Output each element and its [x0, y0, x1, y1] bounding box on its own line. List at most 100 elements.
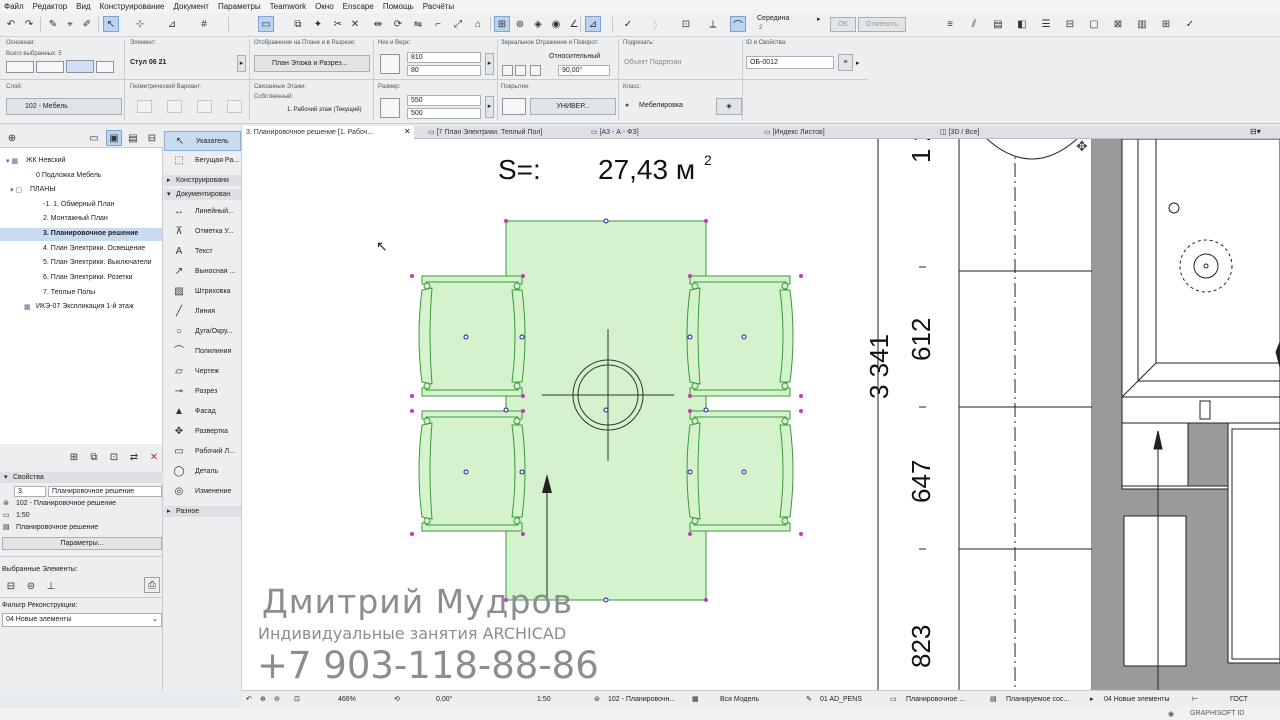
menu-item-3[interactable]: Конструирование [100, 2, 165, 11]
nav-item-plans-folder[interactable]: ПЛАНЫ [30, 186, 56, 193]
view-number-field[interactable]: 3. [14, 486, 46, 497]
tab-floor-plan[interactable]: 3. Планировочное решение [1. Рабоч... [242, 126, 414, 139]
print-icon[interactable]: ⎙ [144, 577, 160, 593]
fit-window-icon[interactable]: ⊡ [294, 691, 300, 709]
undo-icon[interactable]: ↶ [3, 16, 19, 32]
menu-item-10[interactable]: Расчёты [423, 2, 454, 11]
grid-snap-icon[interactable]: # [196, 16, 212, 32]
pick-up-icon[interactable]: ✎ [45, 16, 61, 32]
view-angle[interactable]: 0,00° [436, 691, 452, 709]
display-dropdown[interactable]: План Этажа и Разрез... [254, 55, 370, 72]
layout-book-icon[interactable]: ▤ [125, 130, 141, 146]
arrangement-icon[interactable] [6, 61, 34, 73]
toolbox-misc-header[interactable]: Разное [164, 506, 241, 517]
tool-marquee[interactable]: ⬚ Бегущая Ра... [164, 151, 241, 171]
menu-item-0[interactable]: Файл [4, 2, 24, 11]
sheet-icon[interactable]: ▤ [990, 16, 1006, 32]
menu-item-5[interactable]: Параметры [218, 2, 261, 11]
rotate-view-icon[interactable]: ⟲ [394, 691, 400, 709]
tool-label[interactable]: ↗ Выносная ... [164, 262, 241, 282]
undo-zoom-icon[interactable]: ↶ [246, 691, 252, 709]
align-icon[interactable]: ⫽ [966, 16, 982, 32]
select-filter-icon[interactable]: ⊥ [43, 578, 59, 594]
tool-detail[interactable]: ◯ Деталь [164, 462, 241, 482]
trim-icon[interactable]: ✂ [330, 16, 346, 32]
size-dropdown-icon[interactable]: ▸ [485, 96, 494, 118]
layer-combo-value[interactable]: 102 - Планировочн... [608, 691, 675, 709]
publisher-icon[interactable]: ◧ [1014, 16, 1030, 32]
new-folder-icon[interactable]: ⊡ [106, 449, 122, 465]
id-field[interactable]: ОБ-0012 [746, 56, 834, 69]
folder-icon[interactable]: ▦ [24, 303, 31, 311]
model-view-option[interactable]: Планировочное ... [906, 691, 965, 709]
snap-guides-icon[interactable]: ⊿ [164, 16, 180, 32]
surface-dropdown[interactable]: УНИВЕР... [530, 98, 616, 115]
folder-icon[interactable]: ▾ ▦ [6, 157, 18, 165]
tool-text[interactable]: A Текст [164, 242, 241, 262]
properties-icon[interactable]: ≡ [838, 54, 853, 71]
toolbox-document-header[interactable]: Документирован [164, 189, 241, 200]
tool-change[interactable]: ◎ Изменение [164, 482, 241, 502]
size-y-field[interactable]: 500 [407, 108, 481, 119]
nav-item-plan-survey[interactable]: -1. 1. Обмерный План [43, 201, 114, 208]
tab-heating-plan[interactable]: ▭ [7 План Электрики. Теплый Пол] [424, 126, 584, 139]
select-by-type-icon[interactable]: ⊜ [23, 578, 39, 594]
zoom-out-icon[interactable]: ⊖ [274, 691, 280, 709]
folder-icon[interactable]: ▾ ▢ [10, 186, 22, 194]
tab-sheet-index[interactable]: ▭ [Индекс Листов] [760, 126, 930, 139]
elevation-dropdown-icon[interactable]: ▸ [485, 53, 494, 75]
mirror-mode-value[interactable]: Относительный [549, 53, 600, 60]
home-icon[interactable]: ⌂ [470, 16, 486, 32]
menu-item-8[interactable]: Enscape [343, 2, 374, 11]
move-icon[interactable]: ⇹ [370, 16, 386, 32]
misc-expand-icon[interactable]: ▸ [167, 506, 171, 517]
snap-grid-icon[interactable]: ⊞ [494, 16, 510, 32]
dimension-standard[interactable]: ГОСТ [1230, 691, 1248, 709]
publisher-sets-icon[interactable]: ⊟ [144, 130, 160, 146]
properties-header[interactable]: Свойства [0, 472, 163, 483]
select-all-icon[interactable]: ⊟ [3, 578, 19, 594]
tool-worksheet[interactable]: ▭ Рабочий Л... [164, 442, 241, 462]
orbit-icon[interactable]: ⊛ [512, 16, 528, 32]
tool-elevation[interactable]: ▲ Фасад [164, 402, 241, 422]
element-dropdown-icon[interactable]: ▸ [237, 55, 246, 72]
clone-view-icon[interactable]: ⧉ [86, 449, 102, 465]
design-expand-icon[interactable]: ▸ [167, 175, 171, 186]
elevation-top-field[interactable]: 810 [407, 52, 481, 63]
project-map-icon[interactable]: ▭ [86, 130, 102, 146]
close-tab-icon[interactable]: ✕ [404, 127, 411, 136]
layout-icon[interactable]: ▥ [1134, 16, 1150, 32]
tool-level-dimension[interactable]: ⊼ Отметка У... [164, 222, 241, 242]
nav-item-plan-lighting[interactable]: 4. План Электрики. Освещение [43, 245, 145, 252]
mirror-icon[interactable]: ⇋ [410, 16, 426, 32]
view-name-field[interactable]: Планировочное решение [48, 486, 162, 497]
guide-tool-icon[interactable]: ⊡ [678, 16, 694, 32]
render-icon[interactable]: ◉ [548, 16, 564, 32]
snap-points-icon[interactable]: ⌒ [730, 16, 746, 32]
delete-icon[interactable]: ✕ [146, 449, 162, 465]
menu-item-1[interactable]: Редактор [33, 2, 67, 11]
nav-item-project-root[interactable]: ЖК Невский [26, 157, 65, 164]
view-map-icon[interactable]: ▣ [106, 130, 122, 146]
tool-interior-elevation[interactable]: ✥ Развертка [164, 422, 241, 442]
resize-icon[interactable]: ⤢ [450, 16, 466, 32]
layers-icon[interactable]: ◈ [530, 16, 546, 32]
home-story-value[interactable]: 1. Рабочий этаж (Текущий) [287, 107, 362, 113]
model-view-value[interactable]: Планировочное решение [16, 524, 98, 531]
class-value[interactable]: Мебелировка [639, 102, 683, 109]
rotate-angle-icon[interactable] [515, 65, 526, 76]
nav-item-schedule[interactable]: ИКЭ-07 Экспликация 1-й этаж [36, 303, 134, 310]
tool-drawing[interactable]: ▱ Чертеж [164, 362, 241, 382]
menu-item-6[interactable]: Teamwork [270, 2, 306, 11]
toolbox-design-header[interactable]: Конструировани [164, 175, 241, 186]
user-icon[interactable]: ◉ [1168, 710, 1174, 718]
tool-pointer[interactable]: ↖ Указатель [164, 131, 241, 151]
pointer-mode-icon[interactable]: ↖ [103, 16, 119, 32]
nav-item-plan-assembly[interactable]: 2. Монтажный План [43, 215, 108, 222]
guide-lines-icon[interactable]: ⊹ [132, 16, 148, 32]
redo-icon[interactable]: ↷ [21, 16, 37, 32]
lock-icon[interactable] [96, 61, 114, 73]
filter-chevron-down-icon[interactable]: ⌄ [152, 615, 158, 623]
menu-item-2[interactable]: Вид [76, 2, 90, 11]
window-icon[interactable]: ▢ [1086, 16, 1102, 32]
